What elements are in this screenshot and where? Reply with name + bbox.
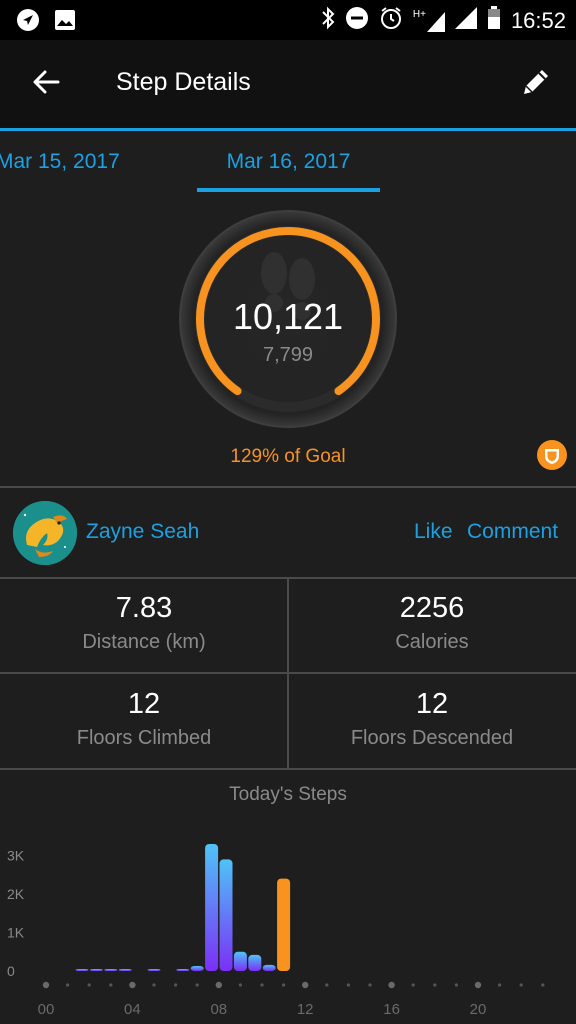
x-axis-dot	[215, 981, 222, 989]
stat-value: 12	[415, 688, 449, 720]
chart-bar	[277, 878, 291, 971]
x-axis-dot	[87, 983, 91, 987]
chart-bar	[147, 969, 161, 971]
stat-label: Floors Descended	[350, 727, 514, 749]
stat-value: 12	[127, 688, 161, 720]
divider	[0, 768, 576, 770]
x-tick-label: 16	[383, 1001, 400, 1018]
steps-goal: 7,799	[262, 344, 314, 366]
tab-indicator	[197, 188, 380, 192]
x-tick-label: 12	[297, 1001, 314, 1018]
bluetooth-icon	[321, 6, 335, 35]
chart-bar	[118, 969, 132, 971]
y-tick-label: 3K	[7, 848, 25, 864]
x-axis-dot	[109, 983, 113, 987]
stat-value: 7.83	[115, 592, 173, 624]
like-link[interactable]: Like	[414, 520, 453, 544]
chart-title: Today's Steps	[229, 784, 347, 805]
x-axis-dot	[282, 983, 286, 987]
x-axis-dot	[474, 981, 482, 989]
x-axis-dot	[411, 983, 415, 987]
x-axis-dot	[42, 981, 50, 989]
x-axis-dot	[302, 981, 309, 989]
edit-button[interactable]	[514, 62, 558, 106]
chart-bar	[205, 844, 219, 971]
x-axis-dot	[260, 983, 264, 987]
x-axis-dot	[454, 983, 458, 987]
tab-current-date[interactable]: Mar 16, 2017	[197, 150, 380, 174]
goal-badge-icon[interactable]	[537, 440, 567, 470]
y-tick-label: 1K	[7, 925, 25, 941]
x-axis-dot	[519, 983, 523, 987]
page-title: Step Details	[116, 68, 251, 96]
hplus-signal-icon: H+	[413, 9, 445, 32]
x-axis-dot	[325, 983, 329, 987]
x-axis-dot	[346, 983, 350, 987]
x-axis-dot	[195, 983, 199, 987]
y-tick-label: 0	[7, 963, 15, 979]
stat-label: Calories	[395, 631, 469, 653]
back-button[interactable]	[26, 62, 66, 106]
image-icon	[54, 9, 76, 36]
stat-label: Distance (km)	[82, 631, 206, 653]
divider	[287, 579, 289, 672]
tab-previous-date[interactable]: Mar 15, 2017	[0, 150, 120, 174]
y-tick-label: 2K	[7, 886, 25, 902]
app-bar	[0, 40, 576, 128]
todays-steps-chart: 0 1K 2K 3K 00 04 08 12 16 20	[7, 844, 545, 1018]
status-bar: H+ 16:52	[0, 0, 576, 40]
app-bar-divider	[0, 128, 576, 131]
stat-floors-descended: 12 Floors Descended	[288, 688, 576, 750]
stat-floors-climbed: 12 Floors Climbed	[0, 688, 288, 750]
navigation-icon	[16, 8, 40, 37]
chart-bar	[176, 969, 190, 971]
avatar[interactable]	[13, 501, 77, 565]
stat-label: Floors Climbed	[76, 727, 212, 749]
clock: 16:52	[510, 7, 566, 33]
chart-bar	[233, 951, 247, 971]
chart-bar	[89, 969, 103, 971]
x-axis-dot	[368, 983, 372, 987]
x-axis-dot	[388, 981, 395, 989]
do-not-disturb-icon	[345, 6, 369, 35]
chart-bar	[190, 965, 204, 971]
comment-link[interactable]: Comment	[467, 520, 558, 544]
pencil-icon	[520, 66, 552, 103]
stat-calories: 2256 Calories	[288, 592, 576, 654]
chart-bar	[262, 964, 276, 971]
divider	[0, 486, 576, 488]
stat-value: 2256	[399, 592, 465, 624]
alarm-icon	[379, 6, 403, 35]
x-axis-dot	[541, 983, 545, 987]
x-tick-label: 04	[124, 1001, 141, 1018]
chart-bar	[75, 969, 89, 971]
chart-bar	[248, 954, 262, 971]
x-tick-label: 00	[38, 1001, 55, 1018]
chart-bar	[104, 969, 118, 971]
arrow-back-icon	[32, 68, 60, 101]
x-axis-dot	[433, 983, 437, 987]
divider	[287, 674, 289, 768]
x-axis-dot	[66, 983, 70, 987]
x-axis-dot	[238, 983, 242, 987]
x-axis-dot	[129, 981, 136, 989]
x-tick-label: 08	[210, 1001, 227, 1018]
x-tick-label: 20	[470, 1001, 487, 1018]
battery-icon	[487, 6, 501, 35]
stat-distance: 7.83 Distance (km)	[0, 592, 288, 654]
chart-bar	[219, 859, 233, 971]
user-name-link[interactable]: Zayne Seah	[86, 520, 199, 544]
goal-percentage: 129% of Goal	[230, 446, 346, 467]
cell-signal-icon	[454, 7, 477, 34]
x-axis-dot	[152, 983, 156, 987]
x-axis-dot	[174, 983, 178, 987]
steps-count: 10,121	[232, 296, 344, 337]
x-axis-dot	[498, 983, 502, 987]
